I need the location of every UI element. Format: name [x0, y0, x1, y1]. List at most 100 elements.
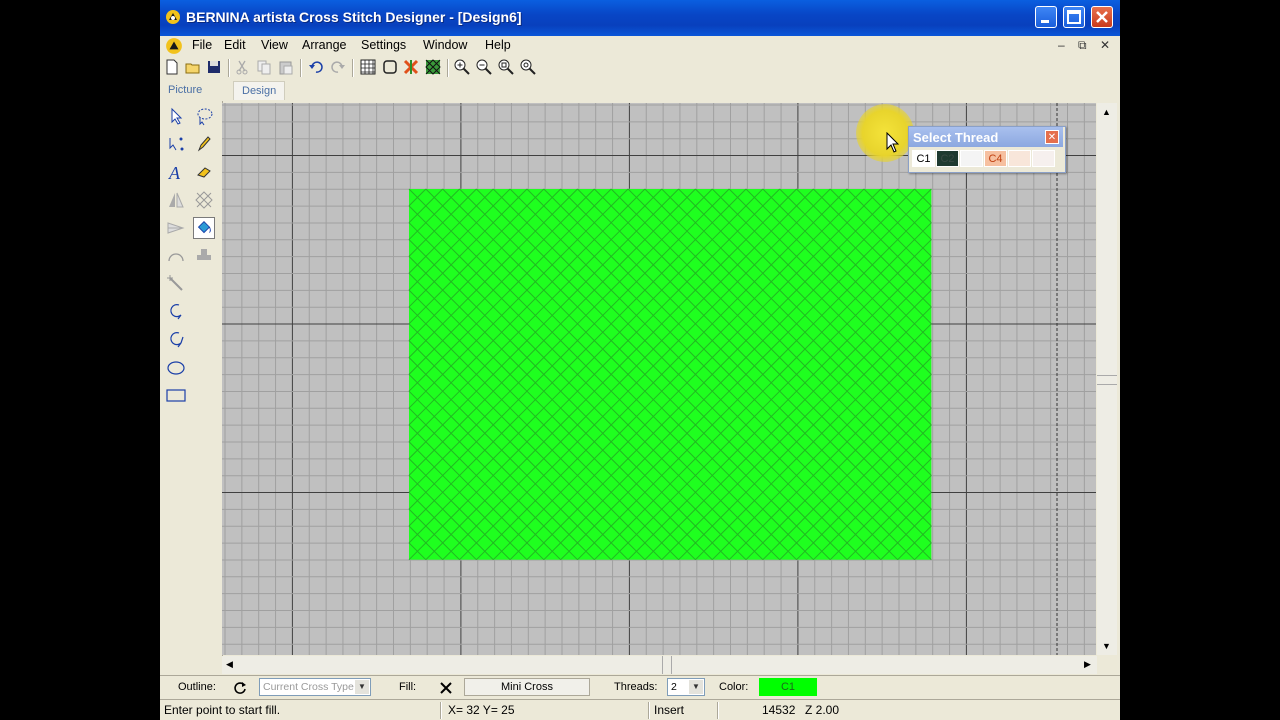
toolbar	[160, 57, 1120, 79]
hoop-icon[interactable]	[382, 59, 398, 75]
new-file-icon[interactable]	[164, 59, 180, 75]
status-bar: Enter point to start fill. X= 32 Y= 25 I…	[160, 699, 1120, 720]
tab-design[interactable]: Design	[233, 81, 286, 100]
select-thread-title: Select Thread	[913, 130, 999, 145]
color-icon[interactable]	[403, 59, 419, 75]
stitch-grid	[222, 103, 1096, 655]
svg-text:A: A	[168, 163, 181, 183]
magic-wand-icon[interactable]	[165, 273, 187, 295]
scroll-up-icon[interactable]: ▲	[1102, 107, 1111, 117]
mdi-close-button[interactable]: ✕	[1100, 38, 1110, 52]
app-logo-icon	[166, 10, 180, 24]
vertical-scrollbar[interactable]: ▲ ▼	[1097, 103, 1117, 655]
chevron-down-icon: ▼	[689, 680, 703, 694]
maximize-icon	[1067, 10, 1081, 24]
menu-view[interactable]: View	[261, 38, 288, 52]
status-prompt: Enter point to start fill.	[164, 703, 281, 717]
mdi-restore-button[interactable]: ⧉	[1078, 38, 1087, 53]
mirror-icon[interactable]	[165, 189, 187, 211]
select-arrow-icon[interactable]	[165, 105, 187, 127]
select-thread-palette: Select Thread ✕ C1 C2 C4	[908, 126, 1066, 173]
stitch-icon[interactable]	[193, 189, 215, 211]
scroll-left-icon[interactable]: ◀	[226, 659, 233, 670]
mini-cross-button[interactable]: Mini Cross	[464, 678, 590, 696]
fill-bucket-tool[interactable]	[193, 217, 215, 239]
thread-palette-close-button[interactable]: ✕	[1045, 130, 1059, 144]
outline-refresh-icon[interactable]	[232, 680, 248, 696]
view-tabs: Picture Design	[160, 80, 1120, 100]
minimize-button[interactable]	[1035, 6, 1057, 28]
chevron-down-icon: ▼	[355, 680, 369, 694]
grid-icon[interactable]	[360, 59, 376, 75]
arc-icon[interactable]	[165, 245, 187, 267]
zoom-box-icon[interactable]	[498, 59, 514, 75]
tool-palette: A	[160, 101, 223, 671]
save-icon[interactable]	[206, 59, 222, 75]
zoom-out-icon[interactable]	[476, 59, 492, 75]
open-folder-icon[interactable]	[185, 59, 201, 75]
freehand-closed-icon[interactable]	[165, 329, 187, 351]
zoom-in-icon[interactable]	[454, 59, 470, 75]
text-tool-icon[interactable]: A	[165, 161, 187, 183]
window-title: BERNINA artista Cross Stitch Designer - …	[186, 9, 522, 25]
scroll-down-icon[interactable]: ▼	[1102, 641, 1111, 651]
freehand-open-icon[interactable]	[165, 301, 187, 323]
tab-picture[interactable]: Picture	[160, 81, 210, 99]
eraser-icon[interactable]	[193, 161, 215, 183]
copy-icon[interactable]	[256, 59, 272, 75]
menu-help[interactable]: Help	[485, 38, 511, 52]
thread-swatch[interactable]: C2	[936, 150, 959, 167]
horizontal-scroll-thumb[interactable]	[662, 656, 672, 674]
paste-icon[interactable]	[278, 59, 294, 75]
cursor-highlight	[856, 104, 914, 162]
redo-icon[interactable]	[330, 59, 346, 75]
menu-bar: File Edit View Arrange Settings Window H…	[160, 36, 1120, 56]
fill-cross-icon[interactable]	[438, 680, 454, 696]
flip-icon[interactable]	[165, 217, 187, 239]
status-zoom: Z 2.00	[805, 703, 840, 717]
ellipse-icon[interactable]	[165, 357, 187, 379]
app-window: BERNINA artista Cross Stitch Designer - …	[160, 0, 1120, 720]
horizontal-scrollbar[interactable]: ◀ ▶	[222, 656, 1097, 674]
menu-edit[interactable]: Edit	[224, 38, 246, 52]
thread-swatch[interactable]	[960, 150, 983, 167]
select-thread-titlebar[interactable]: Select Thread ✕	[909, 127, 1063, 147]
scroll-right-icon[interactable]: ▶	[1084, 659, 1091, 670]
vertical-scroll-thumb[interactable]	[1097, 375, 1117, 385]
status-stitch-count: 14532	[762, 703, 796, 717]
lasso-select-icon[interactable]	[193, 105, 215, 127]
cut-icon[interactable]	[234, 59, 250, 75]
thread-swatch[interactable]: C1	[912, 150, 935, 167]
stitch-fill	[409, 189, 932, 560]
point-select-icon[interactable]	[165, 133, 187, 155]
thread-swatch[interactable]: C4	[984, 150, 1007, 167]
pattern-icon[interactable]	[425, 59, 441, 75]
status-coordinates: X= 32 Y= 25	[448, 703, 515, 717]
mdi-minimize-button[interactable]: –	[1058, 38, 1065, 52]
menu-arrange[interactable]: Arrange	[302, 38, 346, 52]
zoom-fit-icon[interactable]	[520, 59, 536, 75]
maximize-button[interactable]	[1063, 6, 1085, 28]
undo-icon[interactable]	[308, 59, 324, 75]
thread-swatch[interactable]	[1008, 150, 1031, 167]
rectangle-icon[interactable]	[165, 385, 187, 407]
design-canvas[interactable]	[222, 103, 1096, 655]
menu-file[interactable]: File	[192, 38, 212, 52]
pencil-icon[interactable]	[193, 133, 215, 155]
menu-window[interactable]: Window	[423, 38, 467, 52]
thread-swatch[interactable]	[1032, 150, 1055, 167]
status-mode: Insert	[654, 703, 685, 717]
cross-type-select[interactable]: Current Cross Type ▼	[259, 678, 371, 696]
outline-label: Outline:	[178, 681, 216, 693]
document-icon[interactable]	[165, 37, 183, 55]
color-label: Color:	[719, 681, 749, 693]
stamp-icon[interactable]	[193, 245, 215, 267]
cross-type-placeholder: Current Cross Type	[263, 681, 354, 693]
close-icon	[1096, 11, 1108, 23]
threads-value: 2	[671, 681, 677, 693]
menu-settings[interactable]: Settings	[361, 38, 406, 52]
color-swatch-button[interactable]: C1	[759, 678, 817, 696]
title-bar[interactable]: BERNINA artista Cross Stitch Designer - …	[160, 0, 1120, 36]
threads-select[interactable]: 2 ▼	[667, 678, 705, 696]
close-button[interactable]	[1091, 6, 1113, 28]
